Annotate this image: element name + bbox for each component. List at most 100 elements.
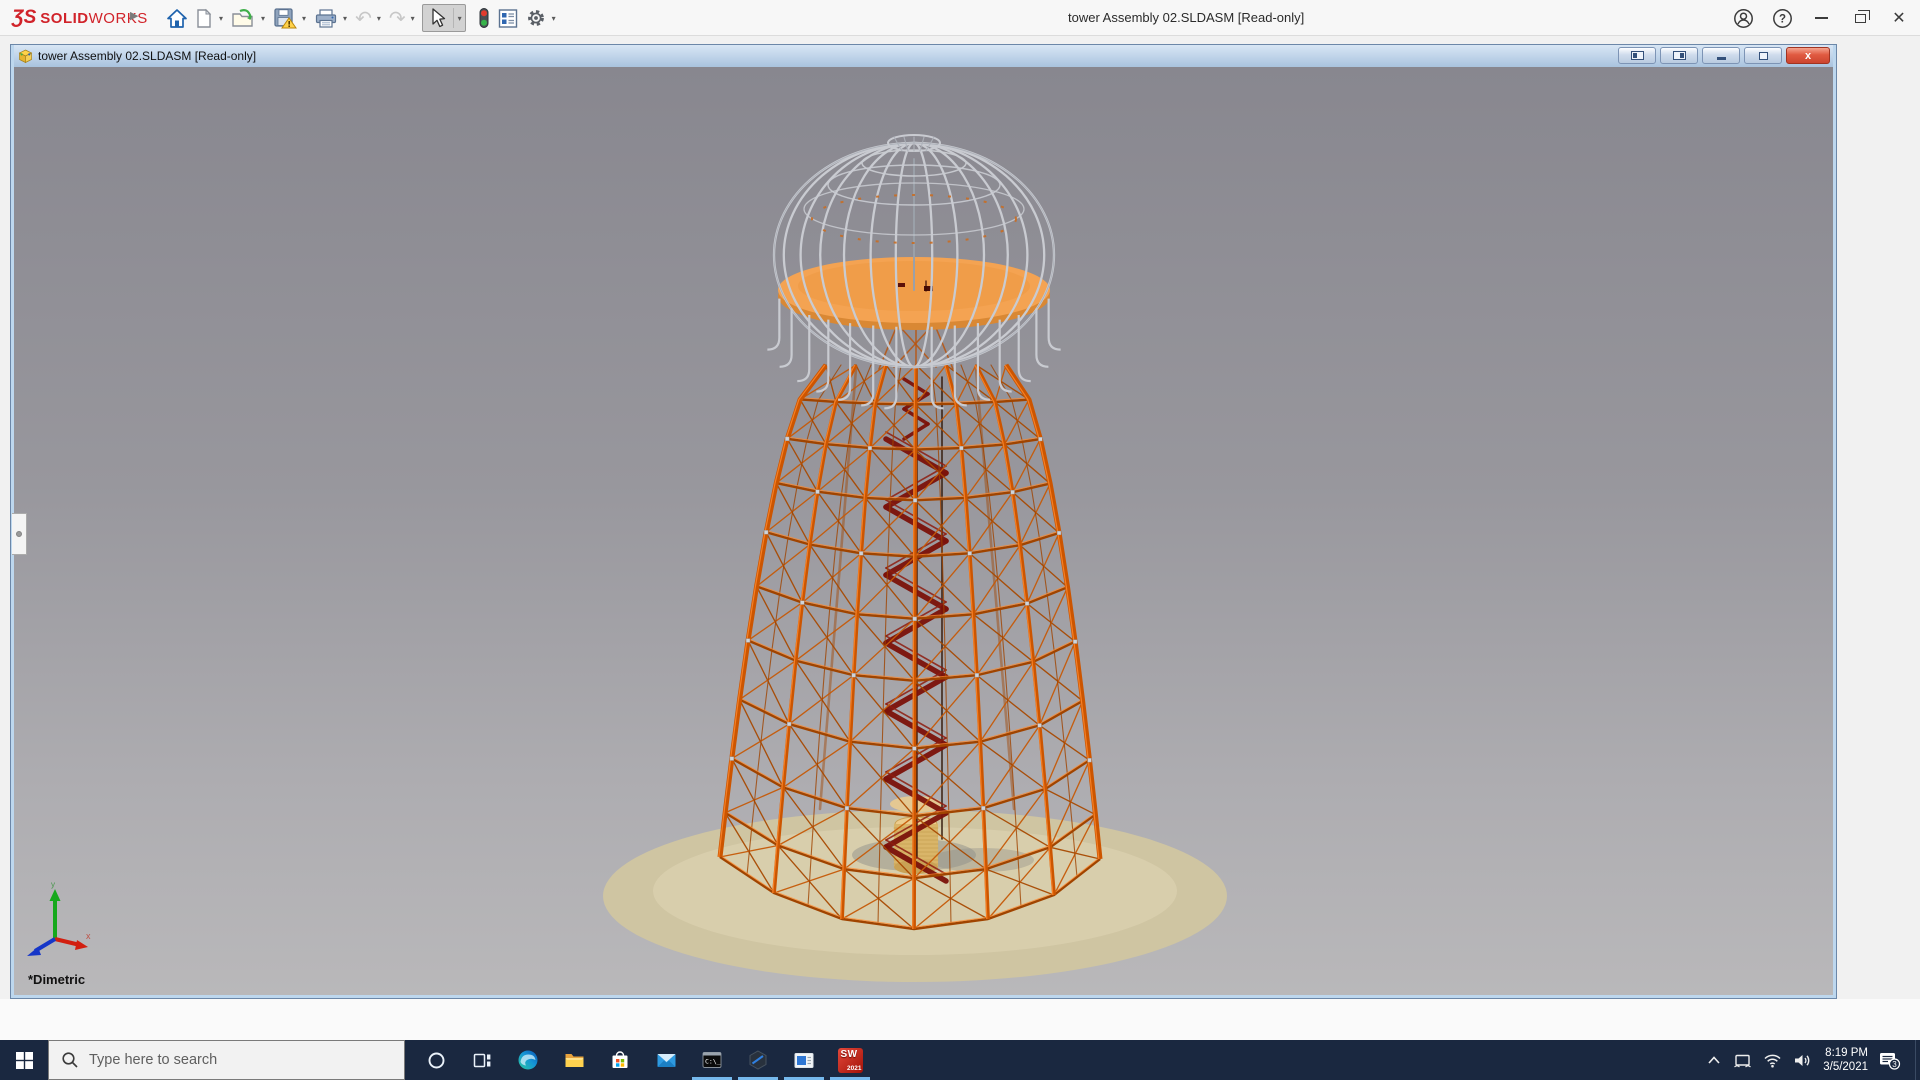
taskbar-item-task-view[interactable] [459, 1040, 505, 1080]
start-button[interactable] [0, 1040, 48, 1080]
search-icon [61, 1051, 79, 1069]
gear-icon [525, 7, 547, 29]
file-properties-button[interactable] [494, 4, 522, 32]
volume-icon[interactable] [1793, 1052, 1812, 1069]
doc-minimize-button[interactable] [1702, 47, 1740, 64]
terminal-prompt-text: C:\_ [705, 1058, 721, 1066]
triad-axes: x y [27, 881, 91, 956]
taskbar-item-edge[interactable] [505, 1040, 551, 1080]
featuremanager-collapsed-tab[interactable] [12, 513, 27, 555]
hidden-icons-chevron[interactable] [1706, 1053, 1722, 1067]
help-button[interactable]: ? [1771, 7, 1793, 29]
wireless-display-icon[interactable] [1733, 1052, 1752, 1069]
split-pane-left-button[interactable] [1618, 47, 1656, 64]
microsoft-store-icon [610, 1050, 630, 1070]
options-button[interactable] [522, 4, 550, 32]
select-cursor-icon [423, 7, 451, 29]
task-view-icon [473, 1052, 492, 1069]
taskbar-item-cortana[interactable] [413, 1040, 459, 1080]
split-pane-left-icon [1631, 51, 1644, 60]
minimize-icon [1815, 17, 1828, 19]
home-icon [166, 8, 188, 29]
taskbar-search-input[interactable]: Type here to search [48, 1040, 405, 1080]
taskbar-item-edrawings[interactable] [735, 1040, 781, 1080]
new-dropdown-caret[interactable]: ▾ [219, 14, 223, 23]
orientation-triad: x y [20, 881, 94, 965]
new-document-icon [194, 8, 214, 29]
action-center-button[interactable]: 3 [1879, 1051, 1901, 1070]
viewport-3d-scene[interactable] [14, 67, 1833, 995]
doc-restore-icon [1759, 52, 1768, 60]
redo-dropdown-caret[interactable]: ▾ [411, 14, 415, 23]
select-tool-button-active[interactable]: ▾ [422, 4, 466, 32]
windows-taskbar: Type here to search C:\_ [0, 1040, 1920, 1080]
document-title: tower Assembly 02.SLDASM [Read-only] [38, 49, 256, 63]
system-tray: 8:19 PM 3/5/2021 3 [1706, 1040, 1915, 1080]
split-pane-right-icon [1673, 51, 1686, 60]
splitter-grip-icon [16, 531, 22, 537]
file-explorer-icon [564, 1051, 585, 1069]
open-button[interactable] [228, 4, 259, 32]
clock-date: 3/5/2021 [1823, 1060, 1868, 1074]
undo-button[interactable]: ↶ [352, 4, 375, 32]
svg-text:?: ? [1778, 13, 1785, 25]
view-orientation-label: *Dimetric [28, 972, 85, 987]
select-dropdown-caret[interactable]: ▾ [453, 8, 462, 28]
graphics-viewport[interactable]: x y *Dimetric [14, 67, 1833, 995]
doc-minimize-icon [1717, 57, 1726, 60]
search-placeholder: Type here to search [89, 1052, 217, 1068]
edge-icon [517, 1049, 539, 1071]
svg-text:y: y [51, 881, 55, 889]
print-icon [314, 8, 338, 29]
undo-dropdown-caret[interactable]: ▾ [377, 14, 381, 23]
quick-access-toolbar: ▾ ▾ ▾ ▾ ↶ ▾ ↷ ▾ [163, 3, 561, 33]
restore-icon [1855, 14, 1866, 23]
notification-badge: 3 [1892, 1059, 1897, 1068]
restore-button[interactable] [1849, 7, 1871, 29]
account-button[interactable] [1732, 7, 1754, 29]
toolbar-flyout-arrow[interactable]: ▶ [130, 9, 138, 22]
rebuild-button[interactable] [474, 4, 494, 32]
clock[interactable]: 8:19 PM 3/5/2021 [1823, 1046, 1868, 1074]
doc-close-button[interactable]: x [1786, 47, 1830, 64]
options-dropdown-caret[interactable]: ▾ [552, 14, 556, 23]
assembly-file-icon [18, 49, 33, 64]
open-dropdown-caret[interactable]: ▾ [261, 14, 265, 23]
print-button[interactable] [311, 4, 341, 32]
save-button[interactable] [270, 4, 300, 32]
close-button[interactable]: ✕ [1888, 7, 1910, 29]
open-folder-icon [231, 8, 256, 29]
show-desktop-button[interactable] [1915, 1040, 1920, 1080]
redo-button[interactable]: ↷ [386, 4, 409, 32]
taskbar-item-mail[interactable] [643, 1040, 689, 1080]
doc-restore-button[interactable] [1744, 47, 1782, 64]
taskbar-item-file-explorer[interactable] [551, 1040, 597, 1080]
new-document-button[interactable] [191, 4, 217, 32]
command-prompt-icon: C:\_ [702, 1051, 722, 1069]
taskbar-item-microsoft-store[interactable] [597, 1040, 643, 1080]
save-icon [273, 7, 297, 29]
app-window-title: tower Assembly 02.SLDASM [Read-only] [1068, 10, 1304, 25]
minimize-button[interactable] [1810, 7, 1832, 29]
save-dropdown-caret[interactable]: ▾ [302, 14, 306, 23]
mail-icon [656, 1052, 677, 1069]
taskbar-item-solidworks-2021[interactable]: SW 2021 [827, 1040, 873, 1080]
home-button[interactable] [163, 4, 191, 32]
document-titlebar[interactable]: tower Assembly 02.SLDASM [Read-only] x [14, 45, 1833, 67]
split-pane-right-button[interactable] [1660, 47, 1698, 64]
taskbar-app-icons: C:\_ SW 2021 [413, 1040, 873, 1080]
document-window: tower Assembly 02.SLDASM [Read-only] x x… [10, 44, 1837, 999]
app-titlebar: ƷS SOLID WORKS ▶ ▾ ▾ ▾ [0, 0, 1920, 36]
solidworks-2021-icon: SW 2021 [838, 1048, 863, 1073]
wifi-icon[interactable] [1763, 1052, 1782, 1068]
print-dropdown-caret[interactable]: ▾ [343, 14, 347, 23]
taskbar-item-remote-window[interactable] [781, 1040, 827, 1080]
solidworks-logo: ƷS SOLID WORKS [12, 7, 148, 29]
redo-icon: ↷ [389, 6, 406, 31]
clock-time: 8:19 PM [1823, 1046, 1868, 1060]
windows-logo-icon [16, 1052, 33, 1069]
document-window-buttons: x [1618, 47, 1830, 64]
statusbar-area [0, 999, 1920, 1040]
taskbar-item-command-prompt[interactable]: C:\_ [689, 1040, 735, 1080]
cortana-icon [427, 1051, 446, 1070]
